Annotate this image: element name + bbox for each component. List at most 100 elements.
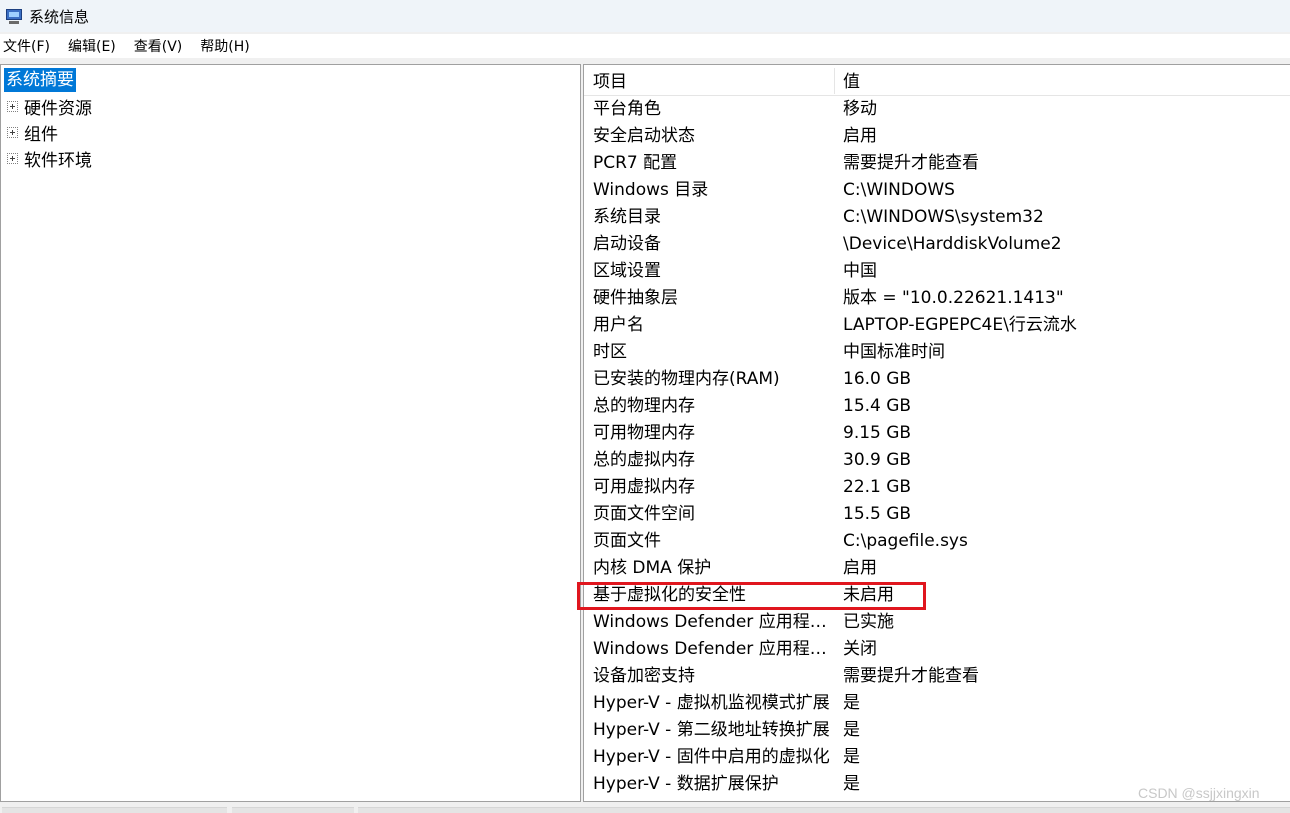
tree-item-label: 硬件资源 <box>24 98 92 119</box>
row-item-value: 30.9 GB <box>843 450 912 470</box>
list-header: 项目 值 <box>584 65 1290 96</box>
row-item-name: 设备加密支持 <box>593 666 695 686</box>
list-row[interactable]: 可用物理内存 9.15 GB <box>584 420 1290 447</box>
row-item-name: 内核 DMA 保护 <box>593 558 712 578</box>
row-item-name: 已安装的物理内存(RAM) <box>593 369 780 389</box>
row-item-name: 页面文件 <box>593 531 661 551</box>
watermark: CSDN @ssjjxingxin <box>1138 785 1260 801</box>
row-item-value: 22.1 GB <box>843 477 912 497</box>
row-item-value: C:\pagefile.sys <box>843 531 968 551</box>
list-row[interactable]: 时区 中国标准时间 <box>584 339 1290 366</box>
row-item-name: 可用物理内存 <box>593 423 695 443</box>
row-item-value: LAPTOP-EGPEPC4E\行云流水 <box>843 315 1077 335</box>
list-row[interactable]: 用户名 LAPTOP-EGPEPC4E\行云流水 <box>584 312 1290 339</box>
expand-plus-icon[interactable] <box>7 152 18 164</box>
row-item-value: 9.15 GB <box>843 423 912 443</box>
list-row[interactable]: Windows Defender 应用程序... 已实施 <box>584 609 1290 636</box>
tree-item-system-summary[interactable]: 系统摘要 <box>4 68 76 92</box>
menu-edit[interactable]: 编辑(E) <box>65 36 119 56</box>
list-row[interactable]: 系统目录 C:\WINDOWS\system32 <box>584 204 1290 231</box>
row-item-name: 启动设备 <box>593 234 661 254</box>
column-divider[interactable] <box>834 68 835 94</box>
row-item-value: 已实施 <box>843 612 894 632</box>
row-item-value: 启用 <box>843 126 877 146</box>
row-item-name: 平台角色 <box>593 99 661 119</box>
row-item-name: 时区 <box>593 342 627 362</box>
row-item-name: 可用虚拟内存 <box>593 477 695 497</box>
row-item-name: Windows Defender 应用程序... <box>593 639 835 659</box>
list-row[interactable]: Windows 目录 C:\WINDOWS <box>584 177 1290 204</box>
list-row[interactable]: Hyper-V - 虚拟机监视模式扩展是 <box>584 690 1290 717</box>
list-row[interactable]: 页面文件 C:\pagefile.sys <box>584 528 1290 555</box>
tree-item-label: 组件 <box>24 124 58 145</box>
row-item-value: 需要提升才能查看 <box>843 153 979 173</box>
row-item-name: 区域设置 <box>593 261 661 281</box>
row-item-value: 中国 <box>843 261 877 281</box>
menu-bar: 文件(F) 编辑(E) 查看(V) 帮助(H) <box>0 34 1290 58</box>
tree-item-label: 软件环境 <box>24 150 92 171</box>
list-row[interactable]: 区域设置 中国 <box>584 258 1290 285</box>
tree-item-hardware-resources[interactable]: 硬件资源 <box>7 94 92 119</box>
column-header-value[interactable]: 值 <box>843 65 860 96</box>
row-item-value: 移动 <box>843 99 877 119</box>
row-item-value: 版本 = "10.0.22621.1413" <box>843 288 1064 308</box>
row-item-value: 是 <box>843 747 860 767</box>
row-item-value: \Device\HarddiskVolume2 <box>843 234 1062 254</box>
category-tree[interactable]: 系统摘要 硬件资源 组件 软件环境 <box>0 64 581 802</box>
row-item-name: 用户名 <box>593 315 644 335</box>
row-item-value: 16.0 GB <box>843 369 912 389</box>
expand-plus-icon[interactable] <box>7 100 18 112</box>
row-item-value: 需要提升才能查看 <box>843 666 979 686</box>
list-row[interactable]: 总的物理内存 15.4 GB <box>584 393 1290 420</box>
list-row[interactable]: PCR7 配置 需要提升才能查看 <box>584 150 1290 177</box>
list-row[interactable]: 启动设备 \Device\HarddiskVolume2 <box>584 231 1290 258</box>
row-item-value: C:\WINDOWS <box>843 180 955 200</box>
row-item-value: 15.5 GB <box>843 504 912 524</box>
row-item-value: 是 <box>843 693 860 713</box>
menu-view[interactable]: 查看(V) <box>131 36 186 56</box>
row-item-name: Hyper-V - 固件中启用的虚拟化 <box>593 747 830 767</box>
row-item-name: Windows Defender 应用程序... <box>593 612 835 632</box>
row-item-name: 系统目录 <box>593 207 661 227</box>
list-row[interactable]: 硬件抽象层 版本 = "10.0.22621.1413" <box>584 285 1290 312</box>
status-pane <box>2 807 227 813</box>
list-row[interactable]: Windows Defender 应用程序... 关闭 <box>584 636 1290 663</box>
title-bar: 系统信息 <box>0 0 1290 32</box>
menu-help[interactable]: 帮助(H) <box>197 36 252 56</box>
row-item-name: Hyper-V - 第二级地址转换扩展 <box>593 720 830 740</box>
tree-item-components[interactable]: 组件 <box>7 120 58 145</box>
row-item-value: C:\WINDOWS\system32 <box>843 207 1044 227</box>
status-pane <box>358 807 1290 813</box>
window-title: 系统信息 <box>29 7 90 26</box>
menu-file[interactable]: 文件(F) <box>0 36 53 56</box>
list-row[interactable]: 总的虚拟内存 30.9 GB <box>584 447 1290 474</box>
column-header-item[interactable]: 项目 <box>593 65 627 96</box>
list-row[interactable]: 已安装的物理内存(RAM) 16.0 GB <box>584 366 1290 393</box>
list-row[interactable]: 设备加密支持 需要提升才能查看 <box>584 663 1290 690</box>
tree-item-software-environment[interactable]: 软件环境 <box>7 146 92 171</box>
row-item-name: Windows 目录 <box>593 180 709 200</box>
list-row[interactable]: Hyper-V - 固件中启用的虚拟化是 <box>584 744 1290 771</box>
row-item-value: 15.4 GB <box>843 396 912 416</box>
status-bar <box>0 804 1290 813</box>
row-item-name: Hyper-V - 虚拟机监视模式扩展 <box>593 693 830 713</box>
row-item-value: 未启用 <box>843 585 894 605</box>
list-row[interactable]: 页面文件空间 15.5 GB <box>584 501 1290 528</box>
expand-plus-icon[interactable] <box>7 126 18 138</box>
list-row[interactable]: 安全启动状态 启用 <box>584 123 1290 150</box>
row-item-name: 安全启动状态 <box>593 126 695 146</box>
row-item-name: Hyper-V - 数据扩展保护 <box>593 774 779 794</box>
row-item-name: 基于虚拟化的安全性 <box>593 585 746 605</box>
details-list[interactable]: 项目 值 平台角色 移动 安全启动状态 启用 PCR7 配置 需要提升才能查看 Window… <box>583 64 1290 802</box>
list-row[interactable]: 内核 DMA 保护 启用 <box>584 555 1290 582</box>
row-item-value: 关闭 <box>843 639 877 659</box>
row-item-name: PCR7 配置 <box>593 153 678 173</box>
row-item-value: 是 <box>843 720 860 740</box>
list-row[interactable]: Hyper-V - 第二级地址转换扩展是 <box>584 717 1290 744</box>
row-item-name: 硬件抽象层 <box>593 288 678 308</box>
status-pane <box>232 807 354 813</box>
list-row[interactable]: 平台角色 移动 <box>584 96 1290 123</box>
list-row[interactable]: 可用虚拟内存 22.1 GB <box>584 474 1290 501</box>
list-row[interactable]: 基于虚拟化的安全性 未启用 <box>584 582 1290 609</box>
row-item-value: 启用 <box>843 558 877 578</box>
